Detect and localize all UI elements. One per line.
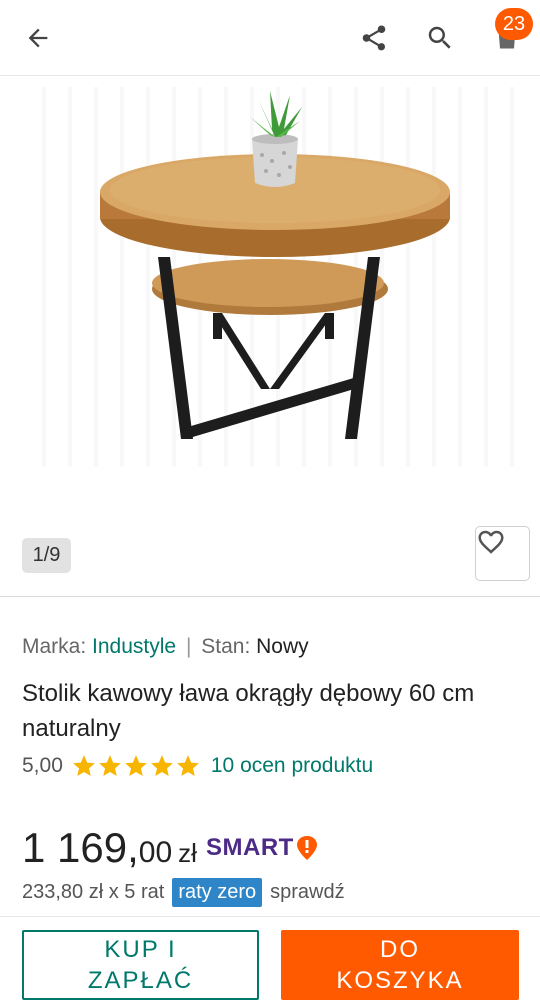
price: 1 169, 00 zł <box>22 824 197 872</box>
product-gallery[interactable]: 1/9 <box>0 77 540 595</box>
smart-label: SMART <box>206 834 294 861</box>
rating-stars <box>71 753 201 779</box>
share-icon <box>362 25 386 51</box>
star-icon <box>73 755 95 776</box>
star-icon <box>177 755 199 776</box>
search-icon <box>428 26 451 49</box>
smart-pin-icon <box>296 836 317 860</box>
brand-link[interactable]: Industyle <box>92 635 176 658</box>
star-icon <box>99 755 121 776</box>
bottom-action-bar: KUP I ZAPŁAĆ DO KOSZYKA <box>0 916 540 1008</box>
image-counter: 1/9 <box>22 538 71 573</box>
star-icon <box>151 755 173 776</box>
price-integer: 1 169, <box>22 824 139 871</box>
installment-text: 233,80 zł x 5 rat <box>22 880 165 903</box>
star-icon <box>125 755 147 776</box>
section-divider <box>0 596 540 597</box>
add-to-cart-label-line2: KOSZYKA <box>336 967 464 994</box>
cart-count-badge: 23 <box>495 8 533 40</box>
favorite-button[interactable] <box>475 526 530 581</box>
buy-now-label-line1: KUP I <box>104 936 177 963</box>
smart-badge[interactable]: SMART <box>206 834 318 862</box>
raty-zero-badge[interactable]: raty zero <box>172 877 263 907</box>
add-to-cart-button[interactable]: DO KOSZYKA <box>281 930 519 1000</box>
meta-separator: | <box>185 635 192 658</box>
condition-value: Nowy <box>256 635 309 658</box>
share-button[interactable] <box>354 18 394 58</box>
brand-label: Marka: <box>22 635 87 658</box>
heart-icon <box>478 530 504 554</box>
back-button[interactable] <box>18 18 58 58</box>
price-decimal: 00 <box>138 836 173 869</box>
reviews-link[interactable]: 10 ocen produktu <box>211 754 373 778</box>
check-link[interactable]: sprawdź <box>270 881 344 904</box>
buy-now-label-line2: ZAPŁAĆ <box>87 967 194 994</box>
product-image <box>100 91 450 439</box>
product-meta: Marka: Industyle | Stan: Nowy <box>22 635 309 659</box>
buy-now-button[interactable]: KUP I ZAPŁAĆ <box>22 930 259 1000</box>
product-rating: 5,00 10 ocen produktu <box>22 752 373 780</box>
arrow-left-icon <box>28 28 48 48</box>
add-to-cart-label-line1: DO <box>380 936 420 963</box>
product-title: Stolik kawowy ława okrągły dębowy 60 cm … <box>22 680 475 742</box>
top-bar: 23 <box>0 0 540 76</box>
rating-value: 5,00 <box>22 754 63 777</box>
price-currency: zł <box>178 838 197 868</box>
condition-label: Stan: <box>201 635 251 658</box>
installments: 233,80 zł x 5 rat raty zero sprawdź <box>22 876 345 908</box>
search-button[interactable] <box>420 18 460 58</box>
